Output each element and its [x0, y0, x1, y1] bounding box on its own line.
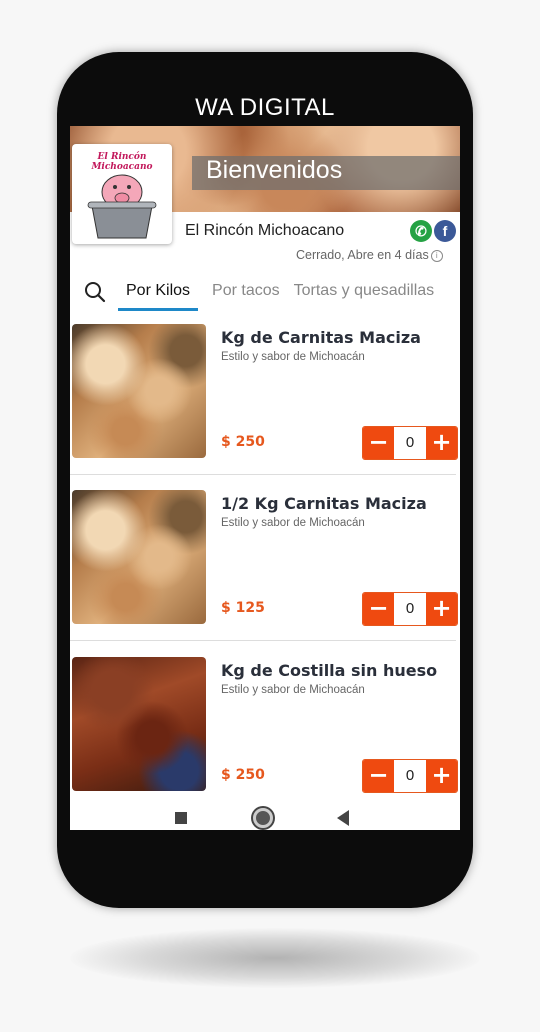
product-title: Kg de Costilla sin hueso — [221, 661, 438, 680]
tab-tortas-quesadillas[interactable]: Tortas y quesadillas — [294, 282, 435, 308]
decrease-button[interactable]: − — [363, 427, 394, 459]
tab-por-tacos[interactable]: Por tacos — [212, 282, 280, 308]
back-icon[interactable] — [337, 810, 349, 826]
facebook-icon[interactable]: f — [434, 220, 456, 242]
phone-shadow — [70, 928, 480, 988]
item-divider — [70, 474, 456, 475]
quantity-value[interactable]: 0 — [394, 593, 426, 625]
search-icon[interactable] — [84, 281, 106, 303]
product-image[interactable] — [72, 324, 206, 458]
frame-brand-label: WA DIGITAL — [195, 94, 335, 121]
open-status: Cerrado, Abre en 4 días i — [296, 248, 443, 262]
category-tabs: Por Kilos Por tacos Tortas y quesadillas — [118, 282, 448, 311]
restaurant-logo: El Rincón Michoacano — [72, 144, 172, 244]
increase-button[interactable]: + — [426, 427, 457, 459]
item-divider — [70, 640, 456, 641]
quantity-stepper: − 0 + — [362, 592, 458, 626]
product-image[interactable] — [72, 657, 206, 791]
tab-por-kilos[interactable]: Por Kilos — [118, 282, 199, 311]
home-icon[interactable] — [253, 808, 273, 828]
product-item[interactable]: Kg de Carnitas Maciza Estilo y sabor de … — [70, 324, 460, 490]
product-description: Estilo y sabor de Michoacán — [221, 517, 365, 529]
product-price: $ 125 — [221, 600, 265, 616]
pig-pot-icon — [87, 174, 157, 239]
app-screen: Bienvenidos El Rincón Michoacano El Rinc… — [70, 126, 460, 830]
quantity-stepper: − 0 + — [362, 426, 458, 460]
status-text: Cerrado, Abre en 4 días — [296, 248, 429, 262]
product-image[interactable] — [72, 490, 206, 624]
product-title: 1/2 Kg Carnitas Maciza — [221, 494, 427, 513]
phone-frame: WA DIGITAL Bienvenidos El Rincón Michoac… — [57, 52, 473, 908]
increase-button[interactable]: + — [426, 760, 457, 792]
decrease-button[interactable]: − — [363, 760, 394, 792]
product-description: Estilo y sabor de Michoacán — [221, 684, 365, 696]
whatsapp-icon[interactable]: ✆ — [410, 220, 432, 242]
quantity-value[interactable]: 0 — [394, 760, 426, 792]
recent-apps-icon[interactable] — [175, 812, 187, 824]
welcome-title: Bienvenidos — [206, 156, 343, 184]
restaurant-name: El Rincón Michoacano — [185, 222, 345, 239]
product-price: $ 250 — [221, 767, 265, 783]
decrease-button[interactable]: − — [363, 593, 394, 625]
product-title: Kg de Carnitas Maciza — [221, 328, 421, 347]
info-icon[interactable]: i — [430, 250, 443, 262]
quantity-stepper: − 0 + — [362, 759, 458, 793]
product-description: Estilo y sabor de Michoacán — [221, 351, 365, 363]
increase-button[interactable]: + — [426, 593, 457, 625]
quantity-value[interactable]: 0 — [394, 427, 426, 459]
product-item[interactable]: 1/2 Kg Carnitas Maciza Estilo y sabor de… — [70, 490, 460, 656]
product-price: $ 250 — [221, 434, 265, 450]
